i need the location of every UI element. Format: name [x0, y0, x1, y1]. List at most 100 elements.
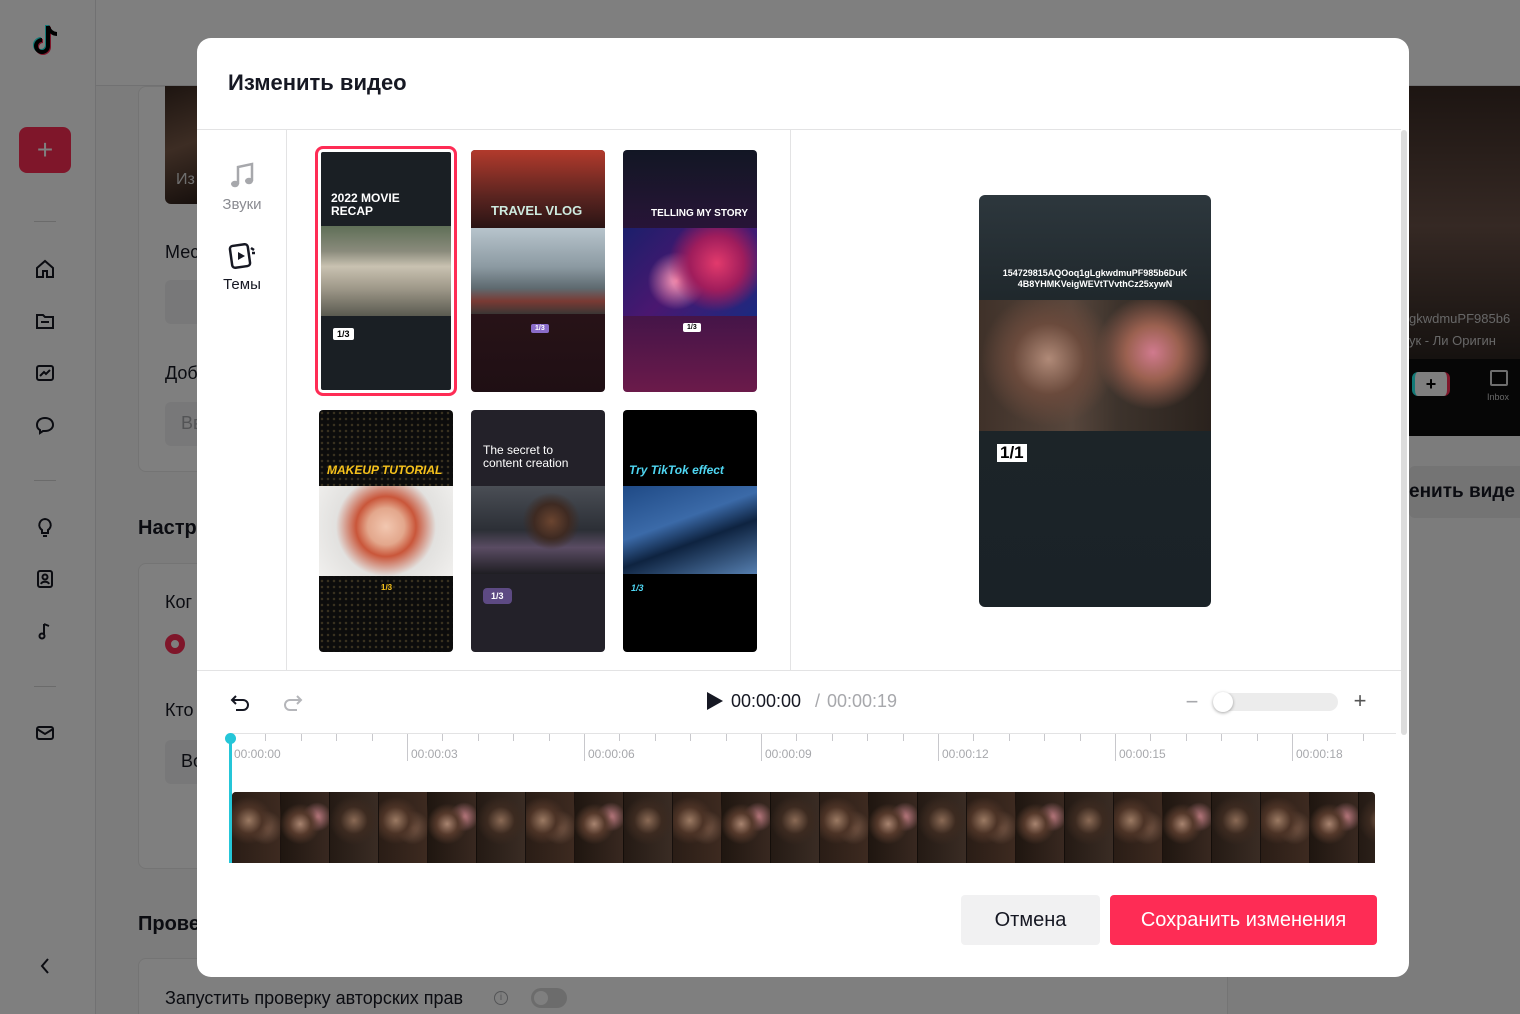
ruler-minor-tick	[1185, 734, 1187, 741]
ruler-minor-tick	[1327, 734, 1329, 741]
ruler-minor-tick	[973, 734, 975, 741]
ruler-major-tick	[1115, 734, 1116, 761]
theme-movie-recap[interactable]: 2022 MOVIE RECAP 1/3	[315, 146, 457, 396]
ruler-time-label: 00:00:09	[765, 747, 812, 761]
video-frame-thumbnail	[820, 792, 869, 863]
theme-photo	[471, 486, 605, 574]
video-frame-thumbnail	[379, 792, 428, 863]
modal-title: Изменить видео	[228, 70, 407, 95]
theme-photo	[623, 228, 757, 316]
ruler-minor-tick	[831, 734, 833, 741]
ruler-minor-tick	[548, 734, 550, 741]
scrollbar[interactable]	[1401, 130, 1407, 735]
video-frame-thumbnail	[477, 792, 526, 863]
video-frame-thumbnail	[1310, 792, 1359, 863]
nav-sounds-label: Звуки	[222, 196, 262, 213]
total-time: 00:00:19	[827, 691, 898, 711]
preview-video-frame	[979, 300, 1211, 431]
video-track[interactable]	[232, 792, 1375, 863]
ruler-minor-tick	[300, 734, 302, 741]
music-note-icon	[231, 162, 254, 188]
theme-title: TELLING MY STORY	[651, 208, 749, 219]
ruler-minor-tick	[1008, 734, 1010, 741]
ruler-major-tick	[407, 734, 408, 761]
themes-grid: 2022 MOVIE RECAP 1/3 TRAVEL VLOG 1/3 TEL…	[288, 130, 791, 670]
theme-photo	[471, 228, 605, 314]
playhead[interactable]	[229, 735, 232, 863]
video-preview: 154729815AQOoq1gLgkwdmuPF985b6DuK 4B8YHM…	[979, 195, 1211, 607]
zoom-slider-handle[interactable]	[1213, 692, 1233, 712]
nav-themes[interactable]: Темы	[197, 240, 287, 293]
timeline-ruler[interactable]: 00:00:00 00:00:03 00:00:06 00:00:09 00:00:12…	[230, 733, 1396, 763]
ruler-minor-tick	[902, 734, 904, 741]
editor-side-nav: Звуки Темы	[197, 130, 287, 670]
video-frame-thumbnail	[1359, 792, 1375, 863]
ruler-minor-tick	[619, 734, 621, 741]
playhead-handle[interactable]	[225, 733, 236, 744]
theme-badge: 1/3	[333, 328, 354, 340]
video-frame-thumbnail	[1163, 792, 1212, 863]
theme-title: MAKEUP TUTORIAL	[327, 463, 443, 477]
preview-caption: 154729815AQOoq1gLgkwdmuPF985b6DuK 4B8YHM…	[1002, 268, 1188, 289]
ruler-time-label: 00:00:18	[1296, 747, 1343, 761]
ruler-time-label: 00:00:03	[411, 747, 458, 761]
theme-title: Try TikTok effect	[629, 463, 724, 477]
theme-badge: 1/3	[531, 324, 549, 333]
ruler-minor-tick	[1044, 734, 1046, 741]
ruler-minor-tick	[725, 734, 727, 741]
time-separator: /	[815, 691, 821, 711]
video-frame-thumbnail	[1261, 792, 1310, 863]
ruler-time-label: 00:00:12	[942, 747, 989, 761]
theme-makeup-tutorial[interactable]: MAKEUP TUTORIAL 1/3	[319, 410, 453, 652]
theme-badge: 1/3	[483, 588, 512, 604]
ruler-minor-tick	[336, 734, 338, 741]
ruler-minor-tick	[1256, 734, 1258, 741]
current-time: 00:00:00	[731, 691, 802, 711]
theme-secret-content[interactable]: The secret to content creation 1/3	[471, 410, 605, 652]
ruler-time-label: 00:00:15	[1119, 747, 1166, 761]
video-frame-thumbnail	[722, 792, 771, 863]
ruler-minor-tick	[1221, 734, 1223, 741]
video-frame-thumbnail	[771, 792, 820, 863]
redo-button[interactable]	[278, 688, 308, 718]
video-frame-thumbnail	[1065, 792, 1114, 863]
undo-icon	[230, 695, 249, 711]
ruler-time-label: 00:00:06	[588, 747, 635, 761]
ruler-major-tick	[584, 734, 585, 761]
video-frame-thumbnail	[428, 792, 477, 863]
ruler-minor-tick	[654, 734, 656, 741]
theme-badge: 1/3	[381, 583, 393, 592]
nav-sounds[interactable]: Звуки	[197, 160, 287, 213]
ruler-minor-tick	[477, 734, 479, 741]
undo-button[interactable]	[225, 688, 255, 718]
theme-badge: 1/3	[631, 583, 644, 593]
ruler-minor-tick	[371, 734, 373, 741]
video-frame-thumbnail	[624, 792, 673, 863]
video-frame-thumbnail	[673, 792, 722, 863]
theme-badge: 1/3	[683, 323, 701, 332]
zoom-out-button[interactable]: −	[1182, 690, 1202, 714]
divider	[197, 670, 1401, 671]
theme-try-tiktok-effect[interactable]: Try TikTok effect 1/3	[623, 410, 757, 652]
ruler-minor-tick	[867, 734, 869, 741]
video-frame-thumbnail	[330, 792, 379, 863]
play-icon[interactable]	[702, 689, 726, 713]
video-frame-thumbnail	[1016, 792, 1065, 863]
preview-area: 154729815AQOoq1gLgkwdmuPF985b6DuK 4B8YHM…	[792, 130, 1401, 670]
theme-photo	[623, 486, 757, 574]
preview-page-badge: 1/1	[997, 444, 1027, 462]
themes-icon	[228, 242, 255, 270]
theme-photo	[321, 226, 451, 316]
save-changes-button[interactable]: Сохранить изменения	[1110, 895, 1377, 945]
ruler-minor-tick	[1150, 734, 1152, 741]
ruler-minor-tick	[265, 734, 267, 741]
video-frame-thumbnail	[232, 792, 281, 863]
ruler-minor-tick	[1362, 734, 1364, 741]
redo-icon	[284, 695, 303, 711]
edit-video-modal: Изменить видео Звуки Темы 2022 MOVIE REC…	[197, 38, 1409, 977]
video-frame-thumbnail	[918, 792, 967, 863]
cancel-button[interactable]: Отмена	[961, 895, 1100, 945]
zoom-in-button[interactable]: +	[1349, 689, 1371, 713]
theme-travel-vlog[interactable]: TRAVEL VLOG 1/3	[471, 150, 605, 392]
theme-telling-my-story[interactable]: TELLING MY STORY 1/3	[623, 150, 757, 392]
